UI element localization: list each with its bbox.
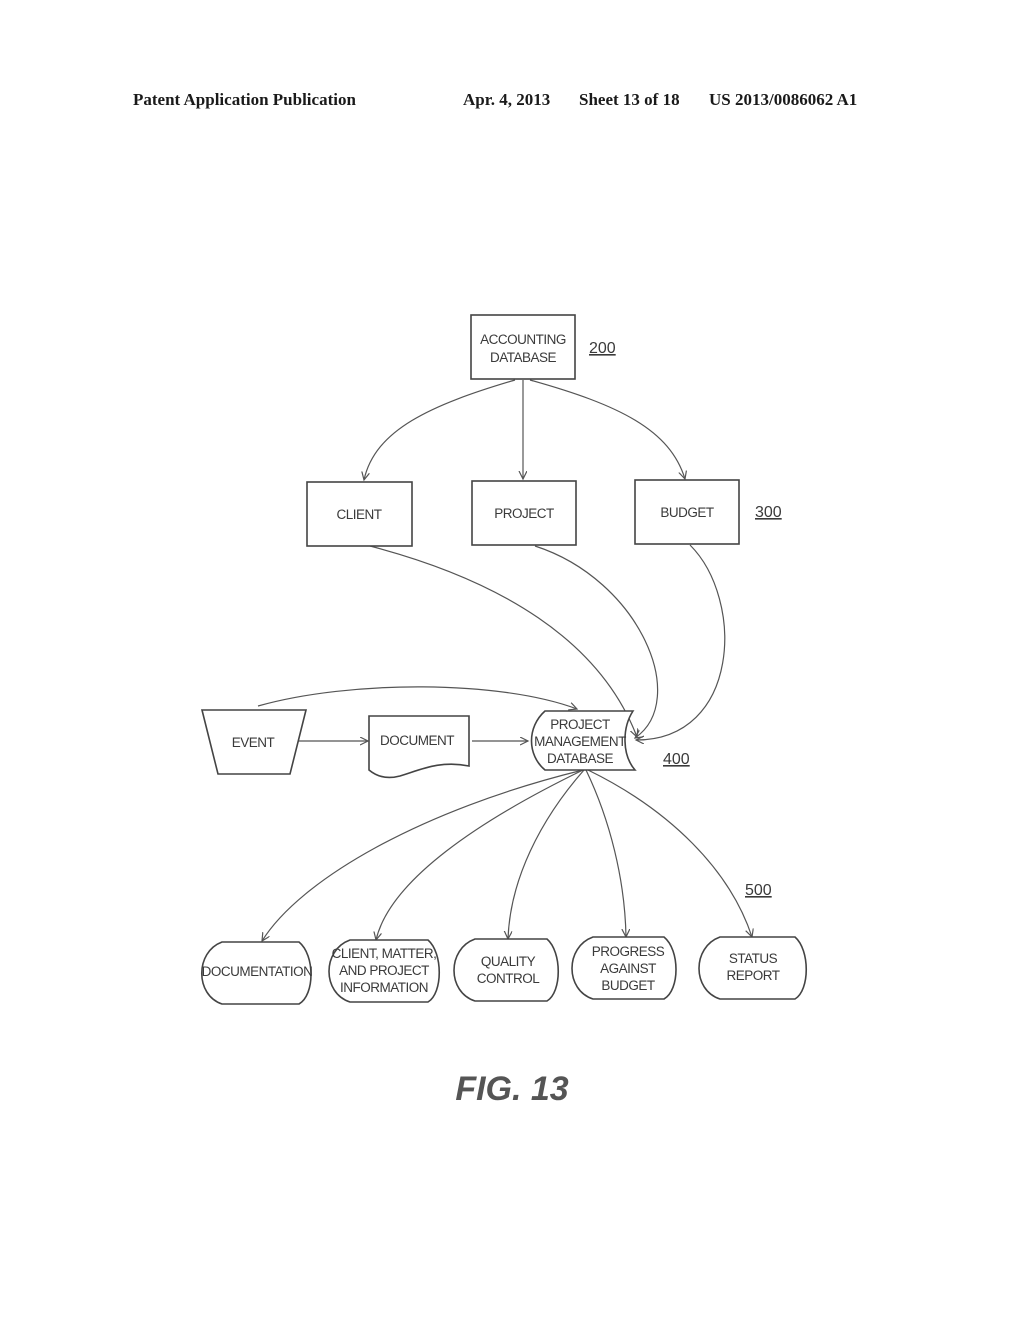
node-label: MANAGEMENT: [534, 734, 626, 749]
node-client: CLIENT: [306, 481, 413, 547]
node-project: PROJECT: [471, 480, 577, 546]
edge-client-pmdb: [369, 545, 637, 737]
node-label: DOCUMENT: [380, 733, 454, 748]
node-label: STATUS: [729, 951, 778, 966]
edge-pmdb-progress: [585, 769, 626, 937]
edge-pmdb-status: [587, 769, 752, 937]
node-label: CONTROL: [477, 971, 540, 986]
node-label: CLIENT, MATTER,: [332, 946, 437, 961]
node-status-report: STATUS REPORT: [698, 936, 807, 1000]
node-label: CLIENT: [336, 507, 381, 522]
node-document: DOCUMENT: [368, 715, 470, 779]
node-documentation: DOCUMENTATION: [201, 941, 313, 1005]
edge-pmdb-quality: [508, 769, 585, 939]
node-client-matter-info: CLIENT, MATTER, AND PROJECT INFORMATION: [328, 939, 440, 1003]
edge-pmdb-documentation: [262, 769, 584, 941]
edge-accounting-budget: [529, 379, 685, 479]
node-label: DATABASE: [547, 751, 614, 766]
node-progress-against-budget: PROGRESS AGAINST BUDGET: [571, 936, 677, 1000]
edge-pmdb-clientmatter: [376, 769, 584, 940]
edge-project-pmdb: [534, 545, 659, 738]
node-label: EVENT: [232, 735, 275, 750]
figure-label: FIG. 13: [455, 1070, 568, 1108]
node-label: PROGRESS: [592, 944, 665, 959]
node-project-management-database: PROJECT MANAGEMENT DATABASE: [530, 710, 637, 771]
node-label: QUALITY: [481, 954, 536, 969]
edges: [257, 379, 752, 941]
edge-budget-pmdb: [636, 544, 726, 740]
edge-accounting-client: [364, 379, 516, 480]
node-label: REPORT: [726, 968, 779, 983]
node-label: PROJECT: [494, 506, 554, 521]
reference-200: 200: [589, 340, 616, 357]
node-quality-control: QUALITY CONTROL: [453, 938, 559, 1002]
node-label: AGAINST: [600, 961, 656, 976]
node-label: AND PROJECT: [339, 963, 429, 978]
node-label: DATABASE: [490, 350, 557, 365]
node-label: PROJECT: [550, 717, 610, 732]
node-event: EVENT: [200, 709, 308, 775]
node-label: DOCUMENTATION: [202, 964, 313, 979]
node-accounting-database: ACCOUNTING DATABASE: [470, 314, 576, 380]
node-budget: BUDGET: [634, 479, 740, 545]
reference-500: 500: [745, 882, 772, 899]
node-label: BUDGET: [601, 978, 655, 993]
reference-300: 300: [755, 504, 782, 521]
node-label: INFORMATION: [340, 980, 428, 995]
flow-diagram: ACCOUNTING DATABASE 200 CLIENT PROJECT B…: [200, 314, 807, 1108]
node-label: BUDGET: [660, 505, 714, 520]
node-label: ACCOUNTING: [480, 332, 566, 347]
reference-400: 400: [663, 751, 690, 768]
edge-event-pmdb: [257, 686, 577, 709]
